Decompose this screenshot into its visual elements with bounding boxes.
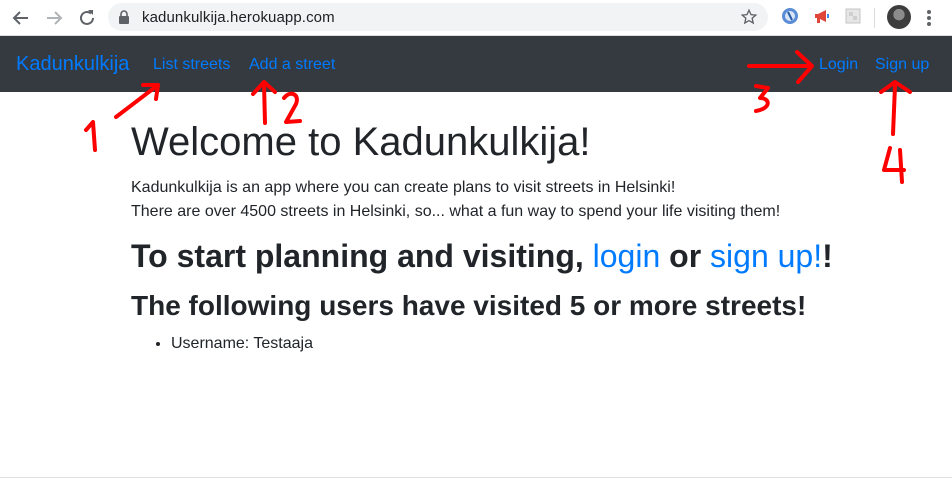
brand-link[interactable]: Kadunkulkija — [16, 53, 129, 76]
annotation-digit-1-stroke — [84, 120, 97, 152]
browser-toolbar: kadunkulkija.herokuapp.com — [0, 0, 952, 36]
nav-link-list-streets[interactable]: List streets — [153, 56, 230, 74]
reload-button[interactable] — [76, 7, 98, 29]
page-title: Welcome to Kadunkulkija! — [131, 120, 591, 164]
kebab-menu-icon[interactable] — [926, 8, 932, 28]
puzzle-icon[interactable] — [843, 6, 863, 26]
megaphone-icon[interactable] — [812, 6, 832, 26]
arrow-right-icon — [47, 11, 63, 25]
reload-icon — [80, 10, 94, 25]
cta-middle: or — [660, 238, 711, 274]
cta-login-link[interactable]: login — [593, 238, 661, 274]
page-bottom-border — [0, 477, 952, 478]
address-bar[interactable]: kadunkulkija.herokuapp.com — [108, 3, 768, 31]
cta-prefix: To start planning and visiting, — [131, 238, 593, 274]
megaphone-icon — [815, 10, 829, 23]
users-heading: The following users have visited 5 or mo… — [131, 290, 807, 321]
intro-text: Kadunkulkija is an app where you can cre… — [131, 176, 780, 224]
toolbar-divider — [874, 8, 875, 28]
list-item: Username: Testaaja — [171, 332, 313, 356]
lock-icon — [119, 10, 129, 24]
puzzle-icon — [845, 8, 861, 24]
arrow-left-icon — [12, 11, 28, 25]
nav-link-signup[interactable]: Sign up — [875, 56, 929, 74]
extension-icon[interactable] — [780, 6, 800, 26]
cta-signup-link[interactable]: sign up! — [710, 238, 822, 274]
avatar[interactable] — [887, 5, 911, 29]
url-text: kadunkulkija.herokuapp.com — [142, 9, 335, 26]
nav-link-add-street[interactable]: Add a street — [249, 56, 335, 74]
nav-link-login[interactable]: Login — [819, 56, 858, 74]
annotation-digit-4-stroke — [882, 146, 906, 184]
users-list: Username: Testaaja — [131, 332, 313, 356]
intro-line-2: There are over 4500 streets in Helsinki,… — [131, 203, 781, 220]
back-button[interactable] — [10, 7, 32, 29]
site-navbar: Kadunkulkija List streets Add a street L… — [0, 36, 952, 92]
cta-heading: To start planning and visiting, login or… — [131, 236, 833, 276]
cta-suffix: ! — [822, 238, 833, 274]
intro-line-1: Kadunkulkija is an app where you can cre… — [131, 179, 676, 196]
star-icon[interactable] — [740, 8, 758, 26]
extension-icon — [782, 8, 798, 24]
forward-button[interactable] — [43, 7, 65, 29]
